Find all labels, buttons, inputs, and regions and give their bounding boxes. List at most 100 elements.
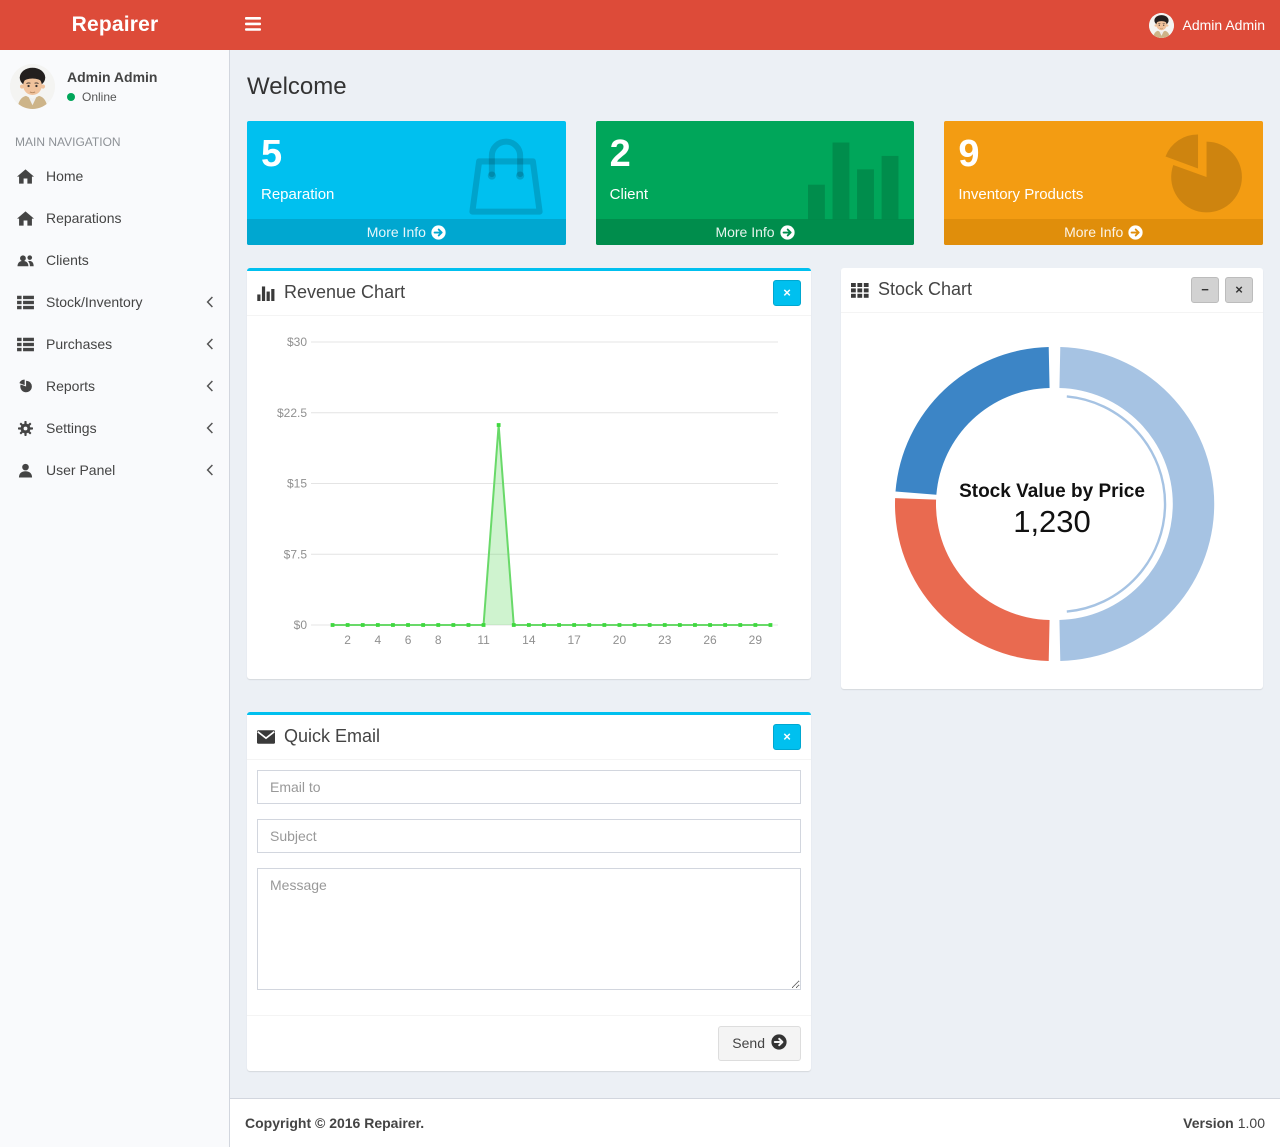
email-panel-header: Quick Email × <box>247 715 811 760</box>
subject-input[interactable] <box>257 819 801 853</box>
sidebar-item-reparations[interactable]: Reparations <box>0 197 229 239</box>
shopping-bag-icon <box>460 131 552 223</box>
email-panel-title: Quick Email <box>284 726 380 747</box>
more-info-label: More Info <box>367 224 426 240</box>
top-navbar: Repairer Admin Admin <box>0 0 1280 50</box>
svg-text:4: 4 <box>375 633 382 647</box>
sidebar-item-label: Home <box>46 168 83 184</box>
sidebar-item-user-panel[interactable]: User Panel <box>0 449 229 491</box>
donut-center-title: Stock Value by Price <box>959 481 1145 502</box>
sidebar-item-label: User Panel <box>46 462 115 478</box>
svg-text:2: 2 <box>344 633 351 647</box>
close-icon: × <box>783 286 791 299</box>
revenue-panel-title: Revenue Chart <box>284 282 405 303</box>
sidebar-item-stock-inventory[interactable]: Stock/Inventory <box>0 281 229 323</box>
minus-icon: − <box>1201 283 1209 296</box>
sidebar-toggle-button[interactable] <box>230 0 276 50</box>
arrow-circle-right-icon <box>426 224 446 240</box>
version-text: Version1.00 <box>1183 1115 1265 1131</box>
sidebar-user-panel: Admin Admin Online <box>0 50 229 121</box>
info-box-reparation: 5ReparationMore Info <box>247 121 566 245</box>
info-box-inventory-products: 9Inventory ProductsMore Info <box>944 121 1263 245</box>
gear-icon <box>15 421 35 436</box>
avatar <box>1149 13 1174 38</box>
quick-email-panel: Quick Email × Send <box>247 712 811 1071</box>
sidebar-menu: Home Reparations Clients Stock/Inventory Pur… <box>0 155 229 491</box>
list-icon <box>15 337 35 352</box>
online-status-label: Online <box>82 90 117 104</box>
svg-text:8: 8 <box>435 633 442 647</box>
sidebar-item-clients[interactable]: Clients <box>0 239 229 281</box>
brand-logo[interactable]: Repairer <box>0 0 230 50</box>
revenue-close-button[interactable]: × <box>773 280 801 306</box>
close-icon: × <box>1235 283 1243 296</box>
users-icon <box>15 253 35 268</box>
info-box-row: 5ReparationMore Info2ClientMore Info9Inv… <box>247 121 1263 245</box>
email-panel-body <box>247 760 811 1015</box>
sidebar-item-label: Reparations <box>46 210 122 226</box>
sidebar-item-label: Purchases <box>46 336 112 352</box>
list-icon <box>15 295 35 310</box>
sidebar-item-home[interactable]: Home <box>0 155 229 197</box>
revenue-panel-body: $0$7.5$15$22.5$30246811141720232629 <box>247 316 811 679</box>
arrow-circle-right-icon <box>1123 224 1143 240</box>
svg-text:29: 29 <box>749 633 763 647</box>
stock-donut-chart: Stock Value by Price1,230 <box>855 323 1249 679</box>
send-button[interactable]: Send <box>718 1026 801 1061</box>
envelope-icon <box>257 729 275 745</box>
content: Welcome 5ReparationMore Info2ClientMore … <box>230 50 1280 1098</box>
pie-chart-icon <box>1157 131 1249 223</box>
revenue-panel-header: Revenue Chart × <box>247 271 811 316</box>
revenue-chart-panel: Revenue Chart × $0$7.5$15$22.5$302468111… <box>247 268 811 679</box>
stock-panel-body: Stock Value by Price1,230 <box>841 313 1263 689</box>
bar-chart-icon <box>257 285 275 301</box>
svg-text:$7.5: $7.5 <box>284 547 308 561</box>
sidebar-item-settings[interactable]: Settings <box>0 407 229 449</box>
arrow-circle-right-icon <box>771 1034 787 1053</box>
message-textarea[interactable] <box>257 868 801 990</box>
version-value: 1.00 <box>1238 1115 1265 1131</box>
email-close-button[interactable]: × <box>773 724 801 750</box>
navbar: Admin Admin <box>230 0 1280 50</box>
close-icon: × <box>783 730 791 743</box>
page-footer: Copyright © 2016 Repairer. Version1.00 <box>230 1098 1280 1147</box>
sidebar-item-label: Stock/Inventory <box>46 294 143 310</box>
home-icon <box>15 169 35 184</box>
sidebar: Admin Admin Online MAIN NAVIGATION Home R… <box>0 50 230 1147</box>
stock-panel-header: Stock Chart − × <box>841 268 1263 313</box>
svg-text:$15: $15 <box>287 476 307 490</box>
chevron-left-icon <box>206 338 214 350</box>
sidebar-user-status: Online <box>67 90 157 104</box>
stock-close-button[interactable]: × <box>1225 277 1253 303</box>
svg-text:26: 26 <box>703 633 717 647</box>
info-box-client: 2ClientMore Info <box>596 121 915 245</box>
svg-text:14: 14 <box>522 633 536 647</box>
page-wrapper: Admin Admin Online MAIN NAVIGATION Home R… <box>0 50 1280 1147</box>
more-info-label: More Info <box>1064 224 1123 240</box>
more-info-label: More Info <box>715 224 774 240</box>
email-to-input[interactable] <box>257 770 801 804</box>
navbar-user-menu[interactable]: Admin Admin <box>1134 0 1280 50</box>
sidebar-item-reports[interactable]: Reports <box>0 365 229 407</box>
hamburger-icon <box>245 17 261 34</box>
stock-collapse-button[interactable]: − <box>1191 277 1219 303</box>
sidebar-item-label: Reports <box>46 378 95 394</box>
sidebar-item-label: Settings <box>46 420 97 436</box>
donut-slice-blue-segment <box>896 347 1050 495</box>
avatar <box>10 64 55 109</box>
sidebar-item-purchases[interactable]: Purchases <box>0 323 229 365</box>
chevron-left-icon <box>206 464 214 476</box>
arrow-circle-right-icon <box>775 224 795 240</box>
main-area: Welcome 5ReparationMore Info2ClientMore … <box>230 50 1280 1147</box>
stock-chart-panel: Stock Chart − × Stock Value by Price1,23… <box>841 268 1263 689</box>
sidebar-section-label: MAIN NAVIGATION <box>0 121 229 155</box>
pie-chart-icon <box>15 379 35 394</box>
chevron-left-icon <box>206 422 214 434</box>
svg-text:11: 11 <box>477 633 490 647</box>
svg-text:17: 17 <box>567 633 581 647</box>
sidebar-item-label: Clients <box>46 252 89 268</box>
online-status-icon <box>67 93 75 101</box>
svg-text:6: 6 <box>405 633 412 647</box>
svg-text:$30: $30 <box>287 335 307 349</box>
svg-text:$0: $0 <box>294 618 308 632</box>
